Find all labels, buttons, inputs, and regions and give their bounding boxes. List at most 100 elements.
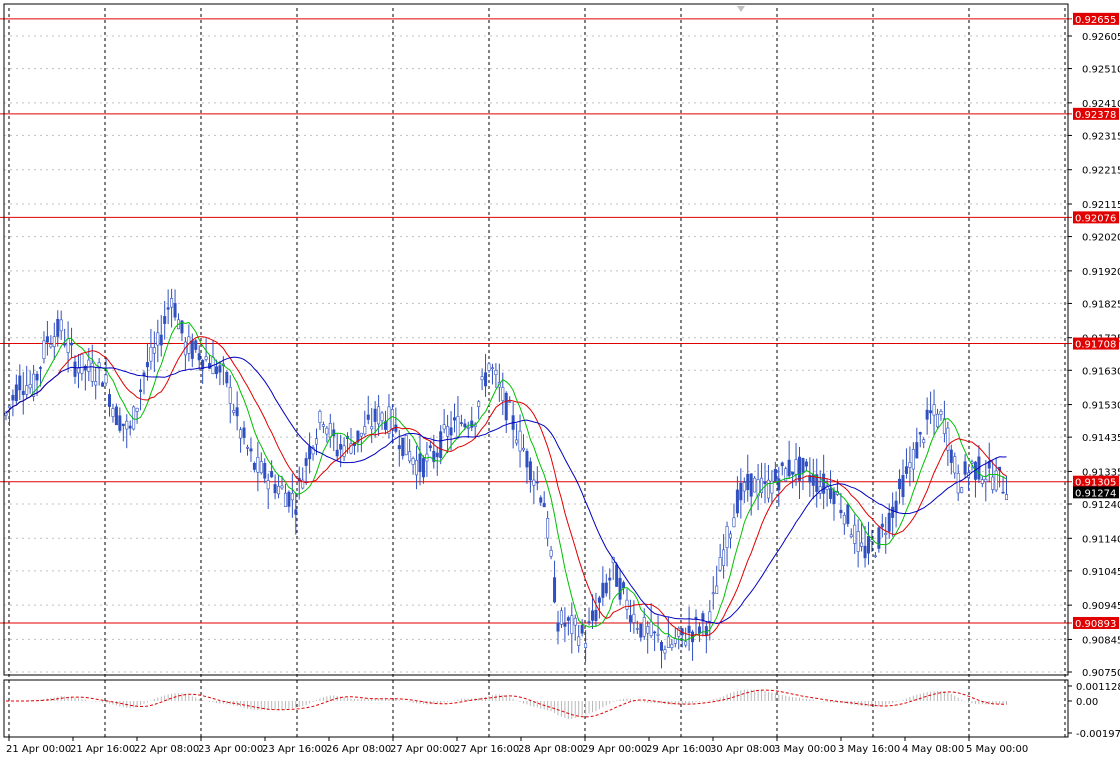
candle-body — [604, 582, 608, 594]
candle-body — [325, 427, 329, 435]
price-tick-label: 0.90845 — [1082, 635, 1120, 646]
time-tick-label: 27 Apr 16:00 — [454, 744, 519, 755]
candle-body — [722, 549, 726, 566]
candle-body — [1001, 491, 1005, 494]
candle-body — [470, 420, 474, 428]
candle-body — [308, 446, 312, 460]
candle-body — [777, 478, 781, 491]
candle-body — [7, 405, 11, 409]
level-label: 0.92076 — [1075, 213, 1116, 224]
candle-body — [442, 424, 446, 430]
candle-body — [418, 453, 422, 472]
candle-body — [76, 367, 80, 374]
current-price-label: 0.91274 — [1075, 488, 1116, 499]
candle-body — [156, 332, 160, 346]
candle-body — [439, 431, 443, 458]
time-tick-label: 5 May 00:00 — [966, 744, 1028, 755]
candle-body — [663, 649, 667, 654]
candle-body — [59, 319, 63, 332]
candle-body — [791, 471, 795, 475]
time-tick-label: 4 May 08:00 — [902, 744, 964, 755]
price-tick-label: 0.92020 — [1082, 233, 1120, 244]
candle-body — [104, 374, 108, 384]
candle-body — [108, 394, 112, 407]
candle-body — [370, 426, 374, 430]
price-tick-label: 0.91045 — [1082, 567, 1120, 578]
candle-body — [421, 457, 425, 478]
candle-body — [773, 469, 777, 482]
candle-body — [456, 416, 460, 438]
time-tick-label: 3 May 00:00 — [774, 744, 836, 755]
candle-body — [991, 476, 995, 490]
candle-body — [94, 381, 98, 386]
candle-body — [304, 458, 308, 466]
candle-body — [594, 609, 598, 621]
time-tick-label: 3 May 16:00 — [838, 744, 900, 755]
level-label: 0.92655 — [1075, 15, 1116, 26]
candle-body — [932, 404, 936, 416]
candle-body — [521, 447, 525, 451]
candle-body — [1004, 494, 1008, 501]
candle-body — [832, 490, 836, 505]
candle-body — [656, 633, 660, 636]
candle-body — [849, 534, 853, 538]
candle-body — [925, 409, 929, 420]
candle-body — [590, 610, 594, 621]
candle-body — [608, 577, 612, 581]
candle-body — [484, 372, 488, 387]
candle-body — [532, 479, 536, 486]
candle-body — [266, 480, 270, 490]
price-chart[interactable]: 0.926050.925100.924100.923150.922150.921… — [0, 0, 1120, 758]
candle-body — [666, 636, 670, 648]
candle-body — [780, 462, 784, 467]
candle-body — [642, 617, 646, 637]
candle-body — [504, 392, 508, 421]
candle-body — [546, 518, 550, 539]
candle-body — [294, 509, 298, 515]
candle-body — [446, 426, 450, 437]
candle-body — [856, 531, 860, 552]
price-tick-label: 0.90750 — [1082, 668, 1120, 679]
price-tick-label: 0.92605 — [1082, 32, 1120, 43]
candle-body — [114, 406, 118, 426]
candle-body — [904, 466, 908, 474]
candle-body — [277, 485, 281, 495]
candle-body — [894, 500, 898, 512]
price-tick-label: 0.91630 — [1082, 366, 1120, 377]
candle-body — [170, 298, 174, 308]
candle-body — [694, 616, 698, 619]
candle-body — [622, 582, 626, 589]
candle-body — [794, 459, 798, 475]
candle-body — [366, 414, 370, 420]
candle-body — [214, 366, 218, 375]
candle-body — [659, 641, 663, 651]
candle-body — [763, 481, 767, 485]
level-label: 0.92378 — [1075, 110, 1116, 121]
candle-body — [994, 470, 998, 491]
price-tick-label: 0.92115 — [1082, 200, 1120, 211]
candle-body — [459, 422, 463, 424]
candle-body — [653, 631, 657, 634]
candle-body — [908, 462, 912, 468]
candle-body — [21, 390, 25, 395]
candle-body — [163, 316, 167, 324]
candle-body — [401, 437, 405, 457]
candle-body — [628, 615, 632, 623]
candle-body — [787, 459, 791, 477]
candle-body — [135, 407, 139, 412]
candle-body — [525, 451, 529, 468]
forex-chart-window[interactable]: 0.92605 0.92510 0.92410 0.92315 0.92215 0.921… — [0, 0, 1120, 758]
candle-body — [280, 485, 284, 489]
candle-body — [87, 359, 91, 372]
candle-body — [111, 408, 115, 417]
candle-body — [408, 451, 412, 462]
candle-body — [887, 512, 891, 532]
candle-body — [4, 412, 8, 416]
candle-body — [718, 557, 722, 571]
candle-body — [670, 643, 674, 649]
candle-body — [963, 461, 967, 475]
candle-body — [580, 624, 584, 634]
candle-body — [380, 412, 384, 422]
candle-body — [704, 626, 708, 636]
candle-body — [149, 346, 153, 362]
